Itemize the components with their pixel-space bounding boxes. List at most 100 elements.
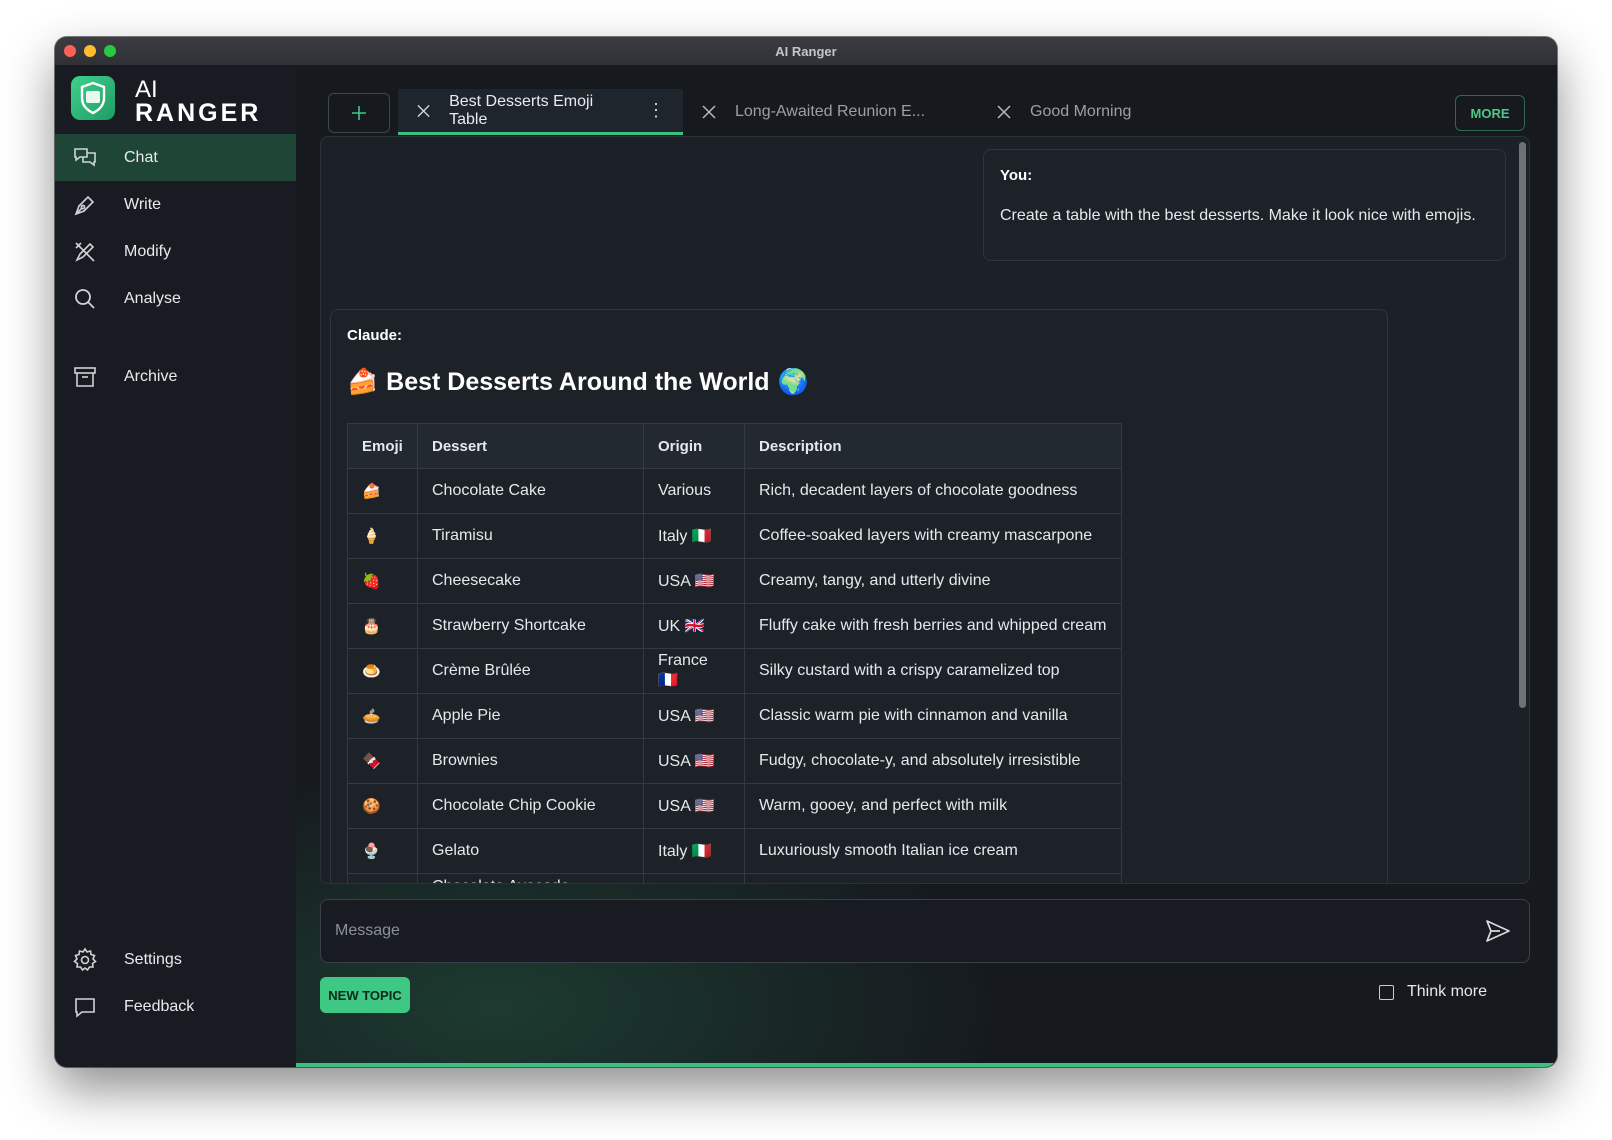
origin-cell: France 🇫🇷	[643, 648, 745, 694]
sidebar-item-write[interactable]: Write	[55, 181, 296, 228]
origin-cell: USA 🇺🇸	[643, 693, 745, 739]
sidebar-item-label: Modify	[124, 242, 172, 260]
emoji-cell: 🥑	[347, 873, 418, 883]
globe-emoji: 🌍	[777, 368, 809, 396]
app-logo: AI RANGER	[71, 76, 271, 126]
tab-long-awaited-reunion[interactable]: Long-Awaited Reunion E...	[683, 89, 973, 135]
dessert-cell: Brownies	[417, 738, 644, 784]
close-icon[interactable]	[701, 104, 717, 120]
emoji-cell: 🥧	[347, 693, 418, 739]
chat-scrollbar[interactable]	[1519, 142, 1526, 708]
description-cell: Creamy, vegan delight with hidden greens	[744, 873, 1122, 883]
table-row: 🥧 Apple Pie USA 🇺🇸 Classic warm pie with ci…	[347, 693, 1122, 739]
sidebar-item-settings[interactable]: Settings	[55, 936, 296, 983]
table-row: 🍫 Brownies USA 🇺🇸 Fudgy, chocolate-y, and a…	[347, 738, 1122, 784]
description-cell: Fudgy, chocolate-y, and absolutely irres…	[744, 738, 1122, 784]
emoji-cell: 🍨	[347, 828, 418, 874]
message-icon	[72, 994, 98, 1020]
sidebar-item-label: Analyse	[124, 289, 181, 307]
emoji-cell: 🎂	[347, 603, 418, 649]
cake-emoji: 🍰	[347, 368, 379, 396]
archive-box-icon	[72, 364, 98, 390]
logo-word-ranger: RANGER	[135, 99, 262, 127]
main-panel: Best Desserts Emoji Table ⋮ Long-Awaited…	[296, 66, 1557, 1067]
close-icon[interactable]	[996, 104, 1012, 120]
sidebar-item-feedback[interactable]: Feedback	[55, 983, 296, 1030]
new-topic-button[interactable]: NEW TOPIC	[320, 977, 410, 1013]
close-icon[interactable]	[416, 103, 431, 119]
chat-transcript[interactable]: You: Create a table with the best desser…	[320, 136, 1530, 884]
origin-cell: USA 🇺🇸	[643, 558, 745, 604]
tab-label: Long-Awaited Reunion E...	[735, 103, 926, 120]
desserts-table: Emoji Dessert Origin Description 🍰 Chocol…	[347, 423, 1122, 883]
dessert-cell: Apple Pie	[417, 693, 644, 739]
message-input[interactable]	[333, 912, 1437, 950]
sidebar-item-archive[interactable]: Archive	[55, 353, 296, 400]
table-row: 🍮 Crème Brûlée France 🇫🇷 Silky custard with…	[347, 648, 1122, 694]
dessert-cell: Crème Brûlée	[417, 648, 644, 694]
assistant-message: Claude: 🍰 Best Desserts Around the World…	[330, 309, 1388, 883]
table-row: 🎂 Strawberry Shortcake UK 🇬🇧 Fluffy cake wi…	[347, 603, 1122, 649]
emoji-cell: 🍦	[347, 513, 418, 559]
more-vertical-icon[interactable]: ⋮	[647, 100, 665, 121]
table-row: 🥑Chocolate Avocado MousseVariousCreamy, …	[347, 873, 1122, 883]
table-row: 🍪 Chocolate Chip Cookie USA 🇺🇸 Warm, gooey,…	[347, 783, 1122, 829]
dessert-cell: Chocolate Cake	[417, 468, 644, 514]
column-header: Description	[744, 423, 1122, 469]
message-composer	[320, 899, 1530, 963]
origin-cell: UK 🇬🇧	[643, 603, 745, 649]
dessert-cell: Strawberry Shortcake	[417, 603, 644, 649]
pencil-ruler-icon	[72, 239, 98, 265]
emoji-cell: 🍮	[347, 648, 418, 694]
emoji-cell: 🍰	[347, 468, 418, 514]
send-icon[interactable]	[1483, 916, 1513, 946]
origin-cell: Various	[643, 468, 745, 514]
dessert-cell: Gelato	[417, 828, 644, 874]
tab-label: Good Morning	[1030, 103, 1132, 120]
table-row: 🍦 Tiramisu Italy 🇮🇹 Coffee-soaked layers wi…	[347, 513, 1122, 559]
column-header: Emoji	[347, 423, 418, 469]
think-more-checkbox[interactable]	[1379, 984, 1394, 1000]
description-cell: Coffee-soaked layers with creamy mascarp…	[744, 513, 1122, 559]
description-cell: Creamy, tangy, and utterly divine	[744, 558, 1122, 604]
app-window: AI Ranger AI RANGER Chat Write Modify An…	[55, 37, 1557, 1067]
think-more-label: Think more	[1407, 983, 1488, 1000]
title-bar: AI Ranger	[55, 37, 1557, 66]
tab-best-desserts[interactable]: Best Desserts Emoji Table ⋮	[398, 89, 683, 135]
sidebar-item-label: Chat	[124, 148, 158, 166]
origin-cell: USA 🇺🇸	[643, 783, 745, 829]
dessert-cell: Chocolate Chip Cookie	[417, 783, 644, 829]
column-header: Dessert	[417, 423, 644, 469]
dessert-cell: Chocolate Avocado Mousse	[417, 873, 644, 883]
user-message: You: Create a table with the best desser…	[983, 149, 1506, 261]
more-button[interactable]: MORE	[1455, 95, 1525, 131]
description-cell: Warm, gooey, and perfect with milk	[744, 783, 1122, 829]
origin-cell: USA 🇺🇸	[643, 738, 745, 784]
description-cell: Classic warm pie with cinnamon and vanil…	[744, 693, 1122, 739]
assistant-label: Claude:	[347, 327, 403, 344]
sidebar-item-analyse[interactable]: Analyse	[55, 275, 296, 322]
pen-icon	[72, 192, 98, 218]
accent-bar	[296, 1063, 1557, 1067]
user-message-text: Create a table with the best desserts. M…	[1000, 207, 1476, 224]
search-icon	[72, 286, 98, 312]
emoji-cell: 🍓	[347, 558, 418, 604]
shield-logo-icon	[71, 76, 115, 120]
sidebar-item-chat[interactable]: Chat	[55, 134, 296, 181]
tab-label: Best Desserts Emoji Table	[449, 92, 594, 128]
sidebar: AI RANGER Chat Write Modify Analyse Arch…	[55, 66, 297, 1067]
dessert-cell: Tiramisu	[417, 513, 644, 559]
origin-cell: Italy 🇮🇹	[643, 513, 745, 559]
new-tab-button[interactable]	[328, 93, 390, 133]
plus-icon	[352, 106, 366, 120]
sidebar-item-label: Settings	[124, 950, 182, 968]
sidebar-item-modify[interactable]: Modify	[55, 228, 296, 275]
sidebar-item-label: Write	[124, 195, 162, 213]
column-header: Origin	[643, 423, 745, 469]
think-more-toggle[interactable]: Think more	[1379, 983, 1487, 1001]
sidebar-item-label: Archive	[124, 367, 178, 385]
tab-good-morning[interactable]: Good Morning	[978, 89, 1258, 135]
description-cell: Rich, decadent layers of chocolate goodn…	[744, 468, 1122, 514]
emoji-cell: 🍫	[347, 738, 418, 784]
window-title: AI Ranger	[775, 44, 837, 59]
